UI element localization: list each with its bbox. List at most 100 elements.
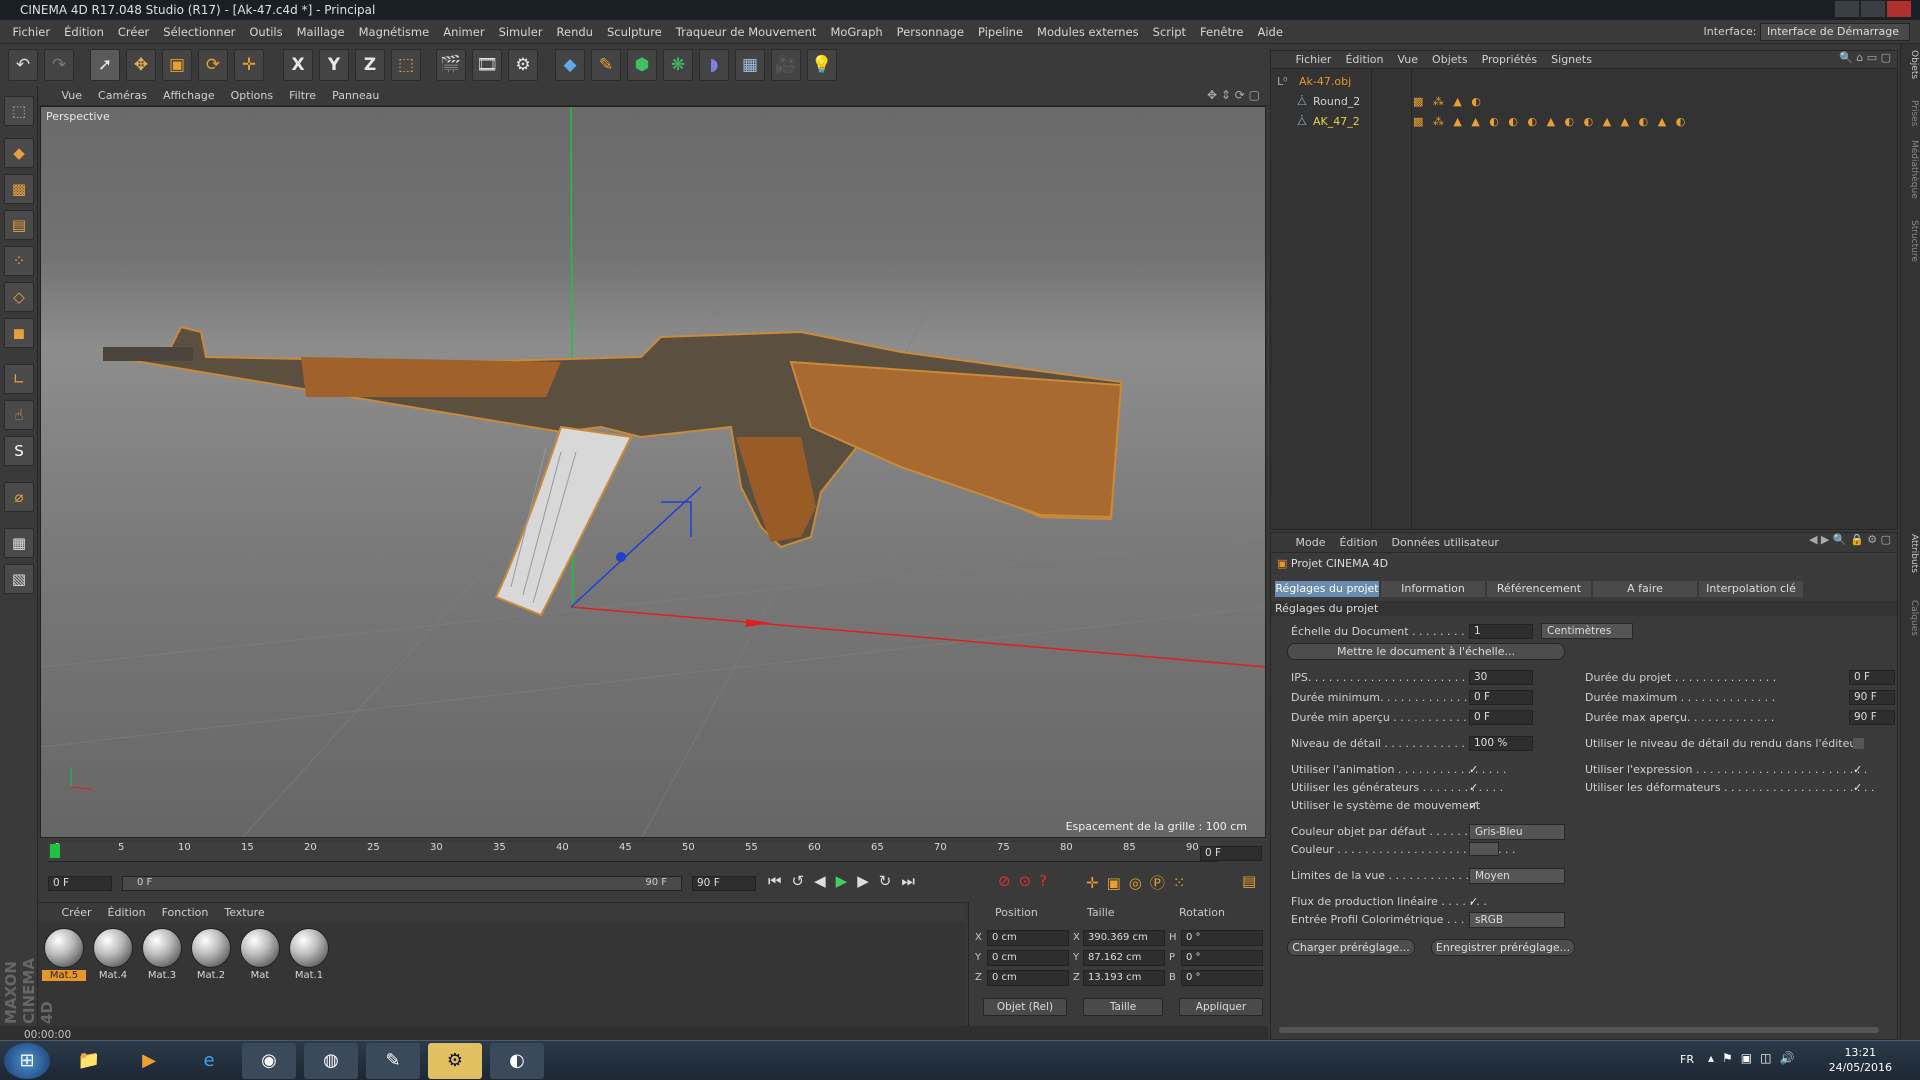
key-position-icon[interactable]: ✛ [1086,874,1107,892]
menu-rendu[interactable]: Rendu [550,20,600,44]
end-frame-field[interactable]: 90 F [692,876,756,891]
snap-icon[interactable]: S [4,436,34,466]
material-item[interactable]: Mat.4 [91,928,135,986]
position-x-field[interactable]: 0 cm [987,930,1069,946]
scale-document-button[interactable]: Mettre le document à l'échelle... [1287,643,1565,660]
select-arrow-icon[interactable]: ➚ [90,49,120,81]
object-menu-fichier[interactable]: Fichier [1289,51,1339,69]
menu-outils[interactable]: Outils [242,20,289,44]
3d-viewport[interactable]: Perspective Espacement de la grille : 10… [40,106,1266,838]
use-deformers-checkbox[interactable]: ✓ [1853,782,1864,793]
menu-personnage[interactable]: Personnage [890,20,971,44]
render-picture-viewer-icon[interactable]: 🎞 [472,49,502,81]
attribute-menu-mode[interactable]: Mode [1289,533,1333,553]
uv-icon[interactable]: ∟ [4,364,34,394]
object-menu-objets[interactable]: Objets [1425,51,1475,69]
position-y-field[interactable]: 0 cm [987,950,1069,966]
undo-icon[interactable]: ↶ [8,49,38,81]
render-settings-icon[interactable]: ⚙ [508,49,538,81]
menu-magnetisme[interactable]: Magnétisme [352,20,437,44]
vtab-objets[interactable]: Objets [1903,50,1919,79]
viewport-menu-cameras[interactable]: Caméras [90,86,155,106]
object-row[interactable]: ⧊ Round_2 ▩ ⁂ ▲ ◐ [1271,93,1897,111]
viewport-nav-icons[interactable]: ✥ ⇕ ⟳ ▢ [1207,88,1260,102]
doc-scale-unit-dropdown[interactable]: Centimètres [1541,623,1633,639]
quantize-icon[interactable]: ▧ [4,564,34,594]
vtab-mediatheque[interactable]: Médiathèque [1903,140,1919,199]
position-z-field[interactable]: 0 cm [987,970,1069,986]
timeline-ruler[interactable]: 0 5 10 15 20 25 30 35 40 45 50 55 60 65 … [48,842,1218,862]
menu-sculpture[interactable]: Sculpture [600,20,669,44]
grid-lock-icon[interactable]: ▦ [4,528,34,558]
viewport-menu-filtre[interactable]: Filtre [281,86,324,106]
material-item[interactable]: Mat.3 [140,928,184,986]
color-profile-dropdown[interactable]: sRGB [1469,912,1565,928]
axis-z-icon[interactable]: Z [355,49,385,81]
vtab-calques[interactable]: Calques [1903,600,1919,636]
menu-mograph[interactable]: MoGraph [823,20,889,44]
lod-field[interactable]: 100 % [1469,736,1533,751]
object-manager-search-icon[interactable]: 🔍 ⌂ ▭ ▢ [1839,51,1891,64]
go-to-start-icon[interactable]: ⏮ [768,872,792,890]
menu-aide[interactable]: Aide [1251,20,1290,44]
axis-y-icon[interactable]: Y [319,49,349,81]
apply-button[interactable]: Appliquer [1179,998,1263,1016]
autokey-icon[interactable]: ⊙ [1019,872,1040,890]
rotation-h-field[interactable]: 0 ° [1181,930,1263,946]
size-z-field[interactable]: 13.193 cm [1083,970,1165,986]
vtab-structure[interactable]: Structure [1903,220,1919,262]
cube-icon[interactable]: ◆ [555,49,585,81]
max-preview-field[interactable]: 90 F [1849,710,1895,725]
playhead[interactable] [50,844,60,858]
scene-icon[interactable]: ⬚ [4,96,34,126]
menu-pipeline[interactable]: Pipeline [971,20,1030,44]
rotation-p-field[interactable]: 0 ° [1181,950,1263,966]
scale-icon[interactable]: ▣ [162,49,192,81]
axis-x-icon[interactable]: X [283,49,313,81]
language-indicator[interactable]: FR [1680,1053,1694,1066]
menu-creer[interactable]: Créer [111,20,156,44]
rotation-b-field[interactable]: 0 ° [1181,970,1263,986]
play-icon[interactable]: ▶ [836,872,858,890]
previous-key-icon[interactable]: ↺ [792,872,815,890]
polygons-mode-icon[interactable]: ◼ [4,318,34,348]
view-clip-dropdown[interactable]: Moyen [1469,868,1565,884]
tray-icons[interactable]: ▴⚑▣◫🔊 [1708,1051,1802,1065]
attribute-scrollbar[interactable] [1279,1027,1879,1033]
load-preset-button[interactable]: Charger préréglage... [1287,939,1415,956]
key-scale-icon[interactable]: ▣ [1107,874,1129,892]
camera-icon[interactable]: 🎥 [771,49,801,81]
material-item[interactable]: Mat.2 [189,928,233,986]
min-preview-field[interactable]: 0 F [1469,710,1533,725]
object-row[interactable]: ⧊ AK_47_2 ▩ ⁂ ▲ ▲ ◐ ◐ ◐ ▲ ◐ ◐ ▲ ▲ ◐ ▲ ◐ [1271,113,1897,131]
pen-spline-icon[interactable]: ✎ [591,49,621,81]
close-button[interactable] [1886,0,1912,18]
teamspeak-icon[interactable]: ◐ [490,1043,544,1079]
timeline-layout-icon[interactable]: ▤ [1242,872,1256,890]
cinema4d-icon[interactable]: ◍ [304,1043,358,1079]
vtab-prises[interactable]: Prises [1903,100,1919,126]
edges-mode-icon[interactable]: ◇ [4,282,34,312]
interface-dropdown[interactable]: Interface de Démarrage [1760,23,1910,41]
attribute-menu-donnees[interactable]: Données utilisateur [1385,533,1506,553]
render-lod-checkbox[interactable] [1853,738,1864,749]
keyframe-help-icon[interactable]: ? [1039,872,1055,890]
min-duration-field[interactable]: 0 F [1469,690,1533,705]
use-motion-checkbox[interactable]: ✓ [1469,800,1480,811]
start-frame-field[interactable]: 0 F [48,876,112,891]
size-y-field[interactable]: 87.162 cm [1083,950,1165,966]
color-swatch[interactable] [1469,842,1499,856]
system-clock[interactable]: 13:21 24/05/2016 [1829,1045,1892,1075]
minimize-button[interactable] [1834,0,1860,18]
move-icon[interactable]: ✥ [126,49,156,81]
tab-information[interactable]: Information [1381,581,1485,597]
menu-selectionner[interactable]: Sélectionner [156,20,242,44]
rotate-icon[interactable]: ⟳ [198,49,228,81]
object-row[interactable]: L⁰ Ak-47.obj [1271,73,1897,91]
menu-fichier[interactable]: Fichier [6,20,58,44]
redo-icon[interactable]: ↷ [44,49,74,81]
use-generators-checkbox[interactable]: ✓ [1469,782,1480,793]
points-mode-icon[interactable]: ⁘ [4,246,34,276]
material-item[interactable]: Mat [238,928,282,986]
menu-script[interactable]: Script [1146,20,1193,44]
